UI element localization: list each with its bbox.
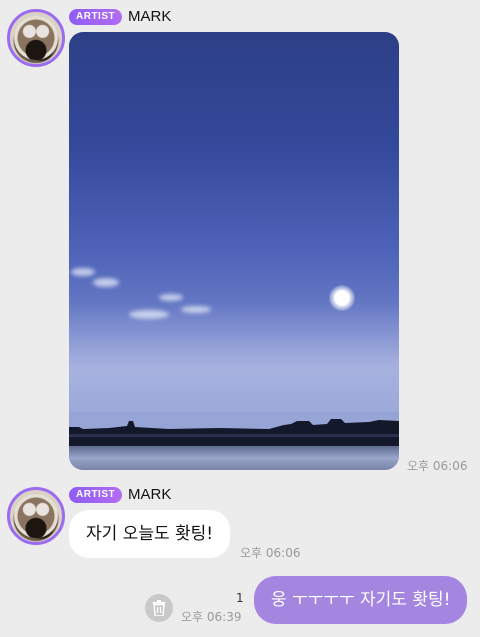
sender-name: MARK [128,8,172,25]
sky-haze [69,302,399,412]
cloud [71,268,95,276]
avatar-image [14,494,58,538]
artist-badge: ARTIST [69,487,123,503]
message-time: 오후 06:39 [181,610,242,624]
sun [329,285,355,311]
artist-badge: ARTIST [69,9,123,25]
artist-avatar[interactable] [7,9,65,67]
unread-count: 1 [236,591,244,605]
river-water [69,446,399,470]
message-time: 오후 06:06 [240,546,301,560]
message-time: 오후 06:06 [407,459,468,473]
sent-message-bubble[interactable]: 웅 ㅜㅜㅜㅜ 자기도 홧팅! [254,576,468,624]
artist-avatar[interactable] [7,487,65,545]
received-message-bubble[interactable]: 자기 오늘도 홧팅! [69,510,231,558]
cloud [93,278,119,287]
city-skyline [69,419,399,447]
trash-icon [152,600,166,616]
delete-button[interactable] [145,594,173,622]
cloud [159,294,183,301]
photo-message[interactable] [69,32,399,470]
sender-name: MARK [128,486,172,503]
avatar-image [14,16,58,60]
